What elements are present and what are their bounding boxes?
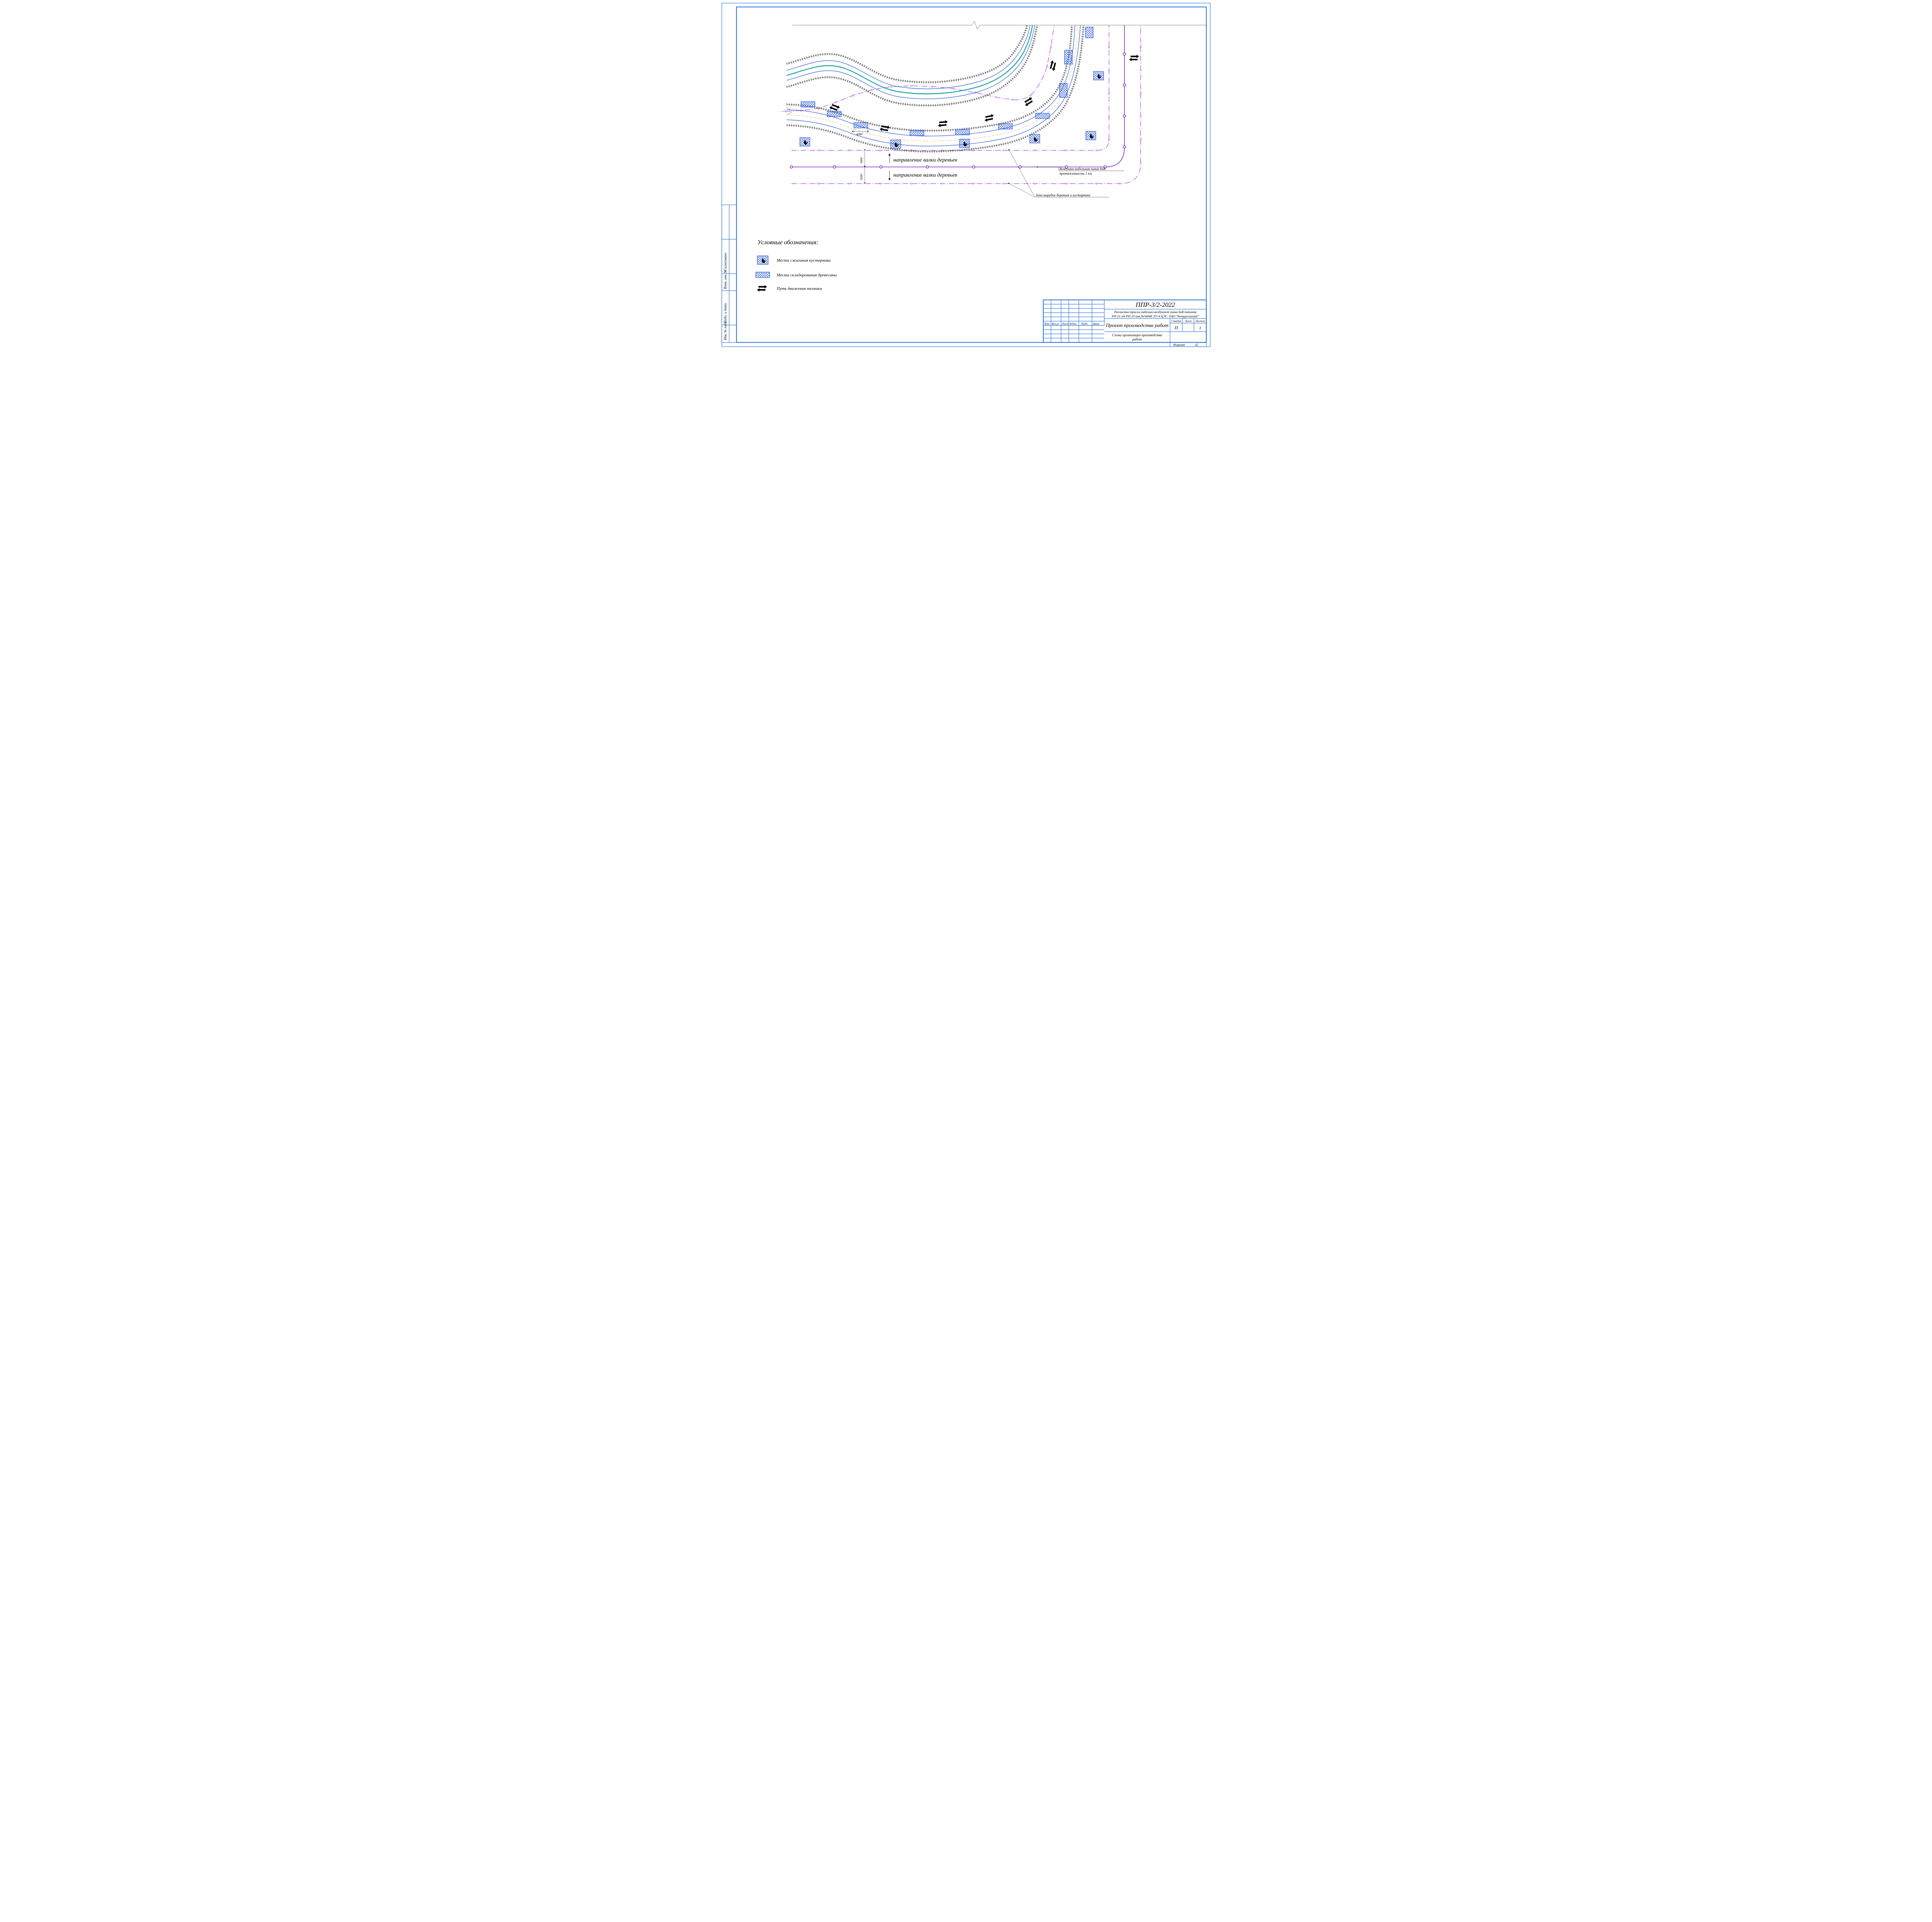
rev-col-1: Кол.уч: [1051, 322, 1060, 325]
burn-6: [1094, 72, 1104, 80]
side-label-vzam: Взам. инв. №: [723, 270, 727, 289]
side-label-podp: Подп. и дата: [723, 303, 727, 323]
railway-bed: [787, 25, 1037, 106]
blue-corridor: [787, 25, 1083, 152]
rev-col-3: №док.: [1069, 322, 1077, 325]
double-arrow-icon: [757, 285, 767, 291]
drawing-sheet: Инв. № подл. Подп. и дата Взам. инв. № С…: [719, 0, 1213, 350]
dimensions: 4000 5000 5000: [853, 129, 869, 184]
burn-1: [800, 138, 810, 146]
format-value: А2: [1194, 343, 1199, 347]
outer-border: [722, 3, 1210, 347]
rev-col-2: Лист: [1061, 322, 1068, 325]
title-line-1: Расчистка трассы кабельно-воздушной лини…: [1114, 310, 1197, 314]
format-label: Формат: [1173, 343, 1185, 347]
plan-view: направление валки деревьев направление в…: [778, 21, 1206, 197]
project-name: Проект производства работ: [1105, 322, 1168, 328]
movement-arrows: [829, 54, 1139, 132]
burn-5: [1086, 131, 1096, 140]
cable-label-1: Воздушно-кабельная линия 6кВ: [1060, 167, 1105, 171]
sheets-value: 1: [1199, 326, 1201, 330]
zone-boundary-south: [791, 25, 1141, 184]
break-line: [792, 21, 1206, 29]
title-block: Изм. Кол.уч Лист №док. Подп. Дата ППР-3/…: [1043, 300, 1206, 342]
burn-3: [959, 139, 969, 148]
sheet-label: Лист: [1184, 319, 1192, 323]
doc-code: ППР-3/2-2022: [1135, 301, 1175, 308]
zone-label: Зона вырубки деревьев и кустарника: [1036, 193, 1090, 197]
zone-boundary-upper: [786, 25, 1054, 111]
dim-4000: 4000: [856, 133, 862, 136]
legend: Условные обозначения: Места сжигания кус…: [756, 239, 837, 292]
subtitle-2: работ: [1132, 337, 1142, 341]
burn-2: [891, 140, 901, 148]
legend-heading: Условные обозначения:: [757, 239, 818, 246]
side-label-sogl: Согласовано: [723, 252, 727, 271]
burn-4: [1030, 134, 1040, 143]
drawing-svg: Инв. № подл. Подп. и дата Взам. инв. № С…: [719, 0, 1213, 350]
felling-dir-upper: направление валки деревьев: [893, 157, 957, 163]
burning-sites: [800, 72, 1104, 148]
title-line-2: РП-21 от РП-19 инв.№34048 ЭУ-4 ЦЭС. ОАО …: [1112, 315, 1199, 318]
dim-5000-2: 5000: [860, 174, 863, 180]
leader-cable: Воздушно-кабельная линия 6кВ протяженнос…: [1038, 167, 1124, 175]
side-stamp: Инв. № подл. Подп. и дата Взам. инв. № С…: [722, 205, 736, 342]
stage-value: П: [1174, 325, 1179, 330]
leader-zone: Зона вырубки деревьев и кустарника: [1009, 150, 1109, 197]
dim-5000-1: 5000: [860, 157, 863, 163]
legend-storage: Места складирования древесины: [776, 273, 837, 277]
sheets-label: Листов: [1195, 319, 1205, 323]
stage-label: Стадия: [1171, 319, 1181, 323]
legend-burning: Места сжигания кустарника: [776, 258, 831, 263]
subtitle-1: Схема организации производства: [1112, 333, 1162, 337]
overhead-cable-line: [791, 25, 1124, 167]
cable-label-2: протяженность 1 км: [1060, 172, 1092, 175]
legend-movement: Путь движения техники: [776, 286, 822, 291]
rev-col-0: Изм.: [1044, 322, 1050, 325]
rev-col-5: Дата: [1092, 322, 1099, 325]
rev-col-4: Подп.: [1081, 322, 1088, 325]
felling-dir-lower: направление валки деревьев: [893, 172, 957, 178]
side-label-inv: Инв. № подл.: [723, 321, 727, 340]
